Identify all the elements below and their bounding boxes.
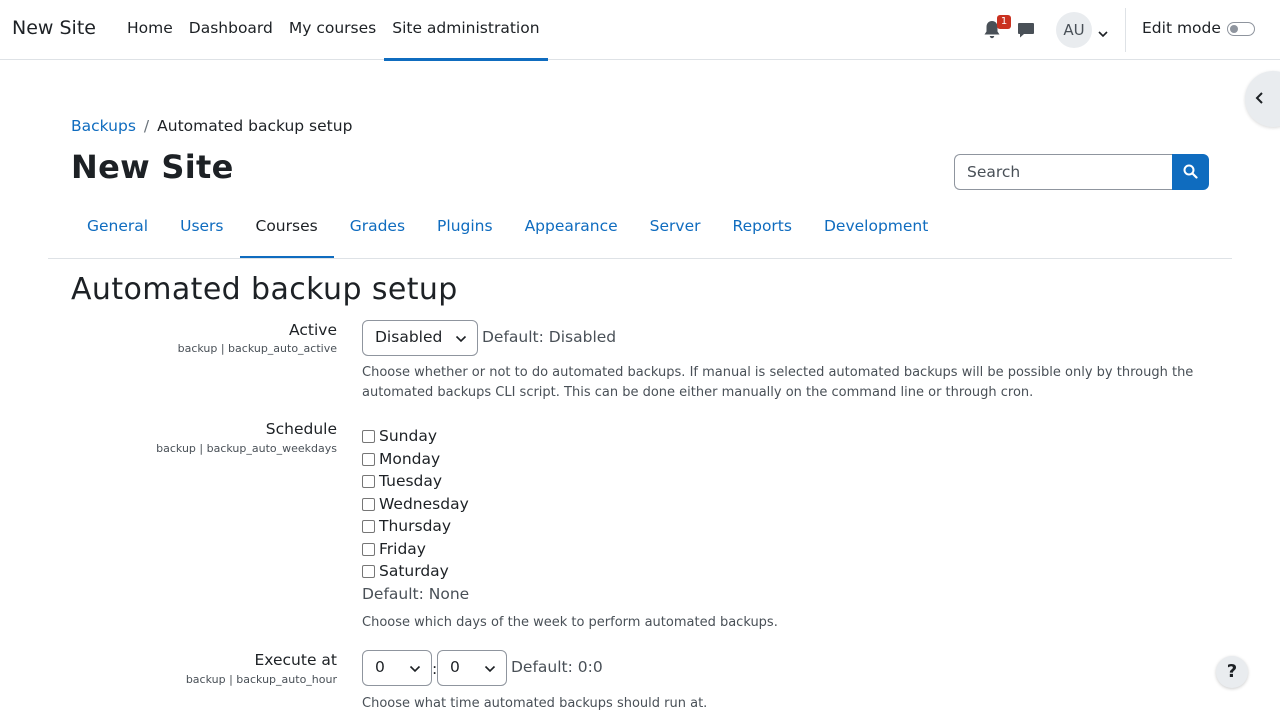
saturday-checkbox[interactable] [362,564,375,578]
execute-at-setting-label: Execute at [254,651,338,669]
execute-at-default: Default: 0:0 [511,658,603,676]
top-navbar: New Site Home Dashboard My courses Site … [0,0,1280,61]
schedule-description: Choose which days of the week to perform… [362,615,778,630]
active-select-value: Disabled [375,328,443,346]
tuesday-label: Tuesday [379,472,443,490]
active-default: Default: Disabled [482,328,617,346]
nav-home[interactable]: Home [119,0,181,60]
edit-mode-label: Edit mode [1142,19,1221,37]
monday-label: Monday [379,450,441,468]
admin-search [954,154,1209,190]
friday-checkbox[interactable] [362,542,375,556]
chevron-down-icon [484,665,496,673]
schedule-day-wednesday[interactable]: Wednesday [362,494,469,514]
page-title: New Site [71,148,234,186]
navbar-divider [1125,8,1126,52]
active-description: Choose whether or not to do automated ba… [362,365,1194,400]
tab-users[interactable]: Users [164,204,239,258]
open-drawer-button[interactable] [1245,71,1280,127]
search-icon [1183,164,1198,179]
wednesday-checkbox[interactable] [362,497,375,511]
edit-mode-toggle[interactable] [1227,22,1255,36]
search-input[interactable] [954,154,1173,190]
schedule-setting-label: Schedule [265,420,337,438]
schedule-day-sunday[interactable]: Sunday [362,426,437,446]
execute-at-description: Choose what time automated backups shoul… [362,696,708,711]
active-setting-label: Active [289,321,337,339]
admin-tabs: General Users Courses Grades Plugins App… [71,204,944,259]
friday-label: Friday [379,540,426,558]
user-avatar[interactable]: AU [1056,12,1092,48]
active-select[interactable]: Disabled [362,320,478,356]
schedule-day-friday[interactable]: Friday [362,539,426,559]
notification-count-badge: 1 [997,15,1011,29]
primary-nav: Home Dashboard My courses Site administr… [119,0,548,61]
help-button[interactable]: ? [1216,656,1248,688]
thursday-label: Thursday [379,517,452,535]
schedule-day-saturday[interactable]: Saturday [362,561,449,581]
schedule-day-monday[interactable]: Monday [362,449,440,469]
execute-minute-select[interactable]: 0 [437,650,507,686]
sunday-checkbox[interactable] [362,429,375,443]
breadcrumb-backups-link[interactable]: Backups [71,117,136,135]
sunday-label: Sunday [379,427,437,445]
chevron-down-icon [409,665,421,673]
site-brand-link[interactable]: New Site [12,17,96,39]
thursday-checkbox[interactable] [362,519,375,533]
schedule-default: Default: None [362,585,470,603]
nav-my-courses[interactable]: My courses [281,0,384,60]
tab-courses[interactable]: Courses [239,204,334,259]
breadcrumb-current: Automated backup setup [157,117,353,135]
chevron-down-icon[interactable] [1097,25,1109,38]
schedule-day-tuesday[interactable]: Tuesday [362,471,442,491]
chevron-down-icon [455,335,467,343]
tab-development[interactable]: Development [808,204,944,258]
search-button[interactable] [1172,154,1209,190]
tuesday-checkbox[interactable] [362,474,375,488]
wednesday-label: Wednesday [379,495,469,513]
tabs-divider [48,258,1232,259]
messages-icon[interactable] [1017,21,1035,39]
nav-dashboard[interactable]: Dashboard [181,0,281,60]
execute-minute-value: 0 [450,658,460,676]
monday-checkbox[interactable] [362,452,375,466]
tab-plugins[interactable]: Plugins [421,204,509,258]
execute-hour-select[interactable]: 0 [362,650,432,686]
nav-site-administration[interactable]: Site administration [384,0,548,61]
chevron-left-icon [1255,92,1263,104]
breadcrumb: Backups / Automated backup setup [71,117,352,135]
schedule-day-thursday[interactable]: Thursday [362,516,451,536]
execute-at-setting-key: backup | backup_auto_hour [185,673,337,686]
tab-server[interactable]: Server [634,204,717,258]
tab-appearance[interactable]: Appearance [509,204,634,258]
tab-reports[interactable]: Reports [717,204,808,258]
breadcrumb-separator: / [143,117,150,135]
active-setting-key: backup | backup_auto_active [177,342,337,355]
tab-general[interactable]: General [71,204,164,258]
tab-grades[interactable]: Grades [334,204,421,258]
toggle-knob [1230,25,1238,33]
schedule-setting-key: backup | backup_auto_weekdays [156,442,337,455]
execute-hour-value: 0 [375,658,385,676]
section-title: Automated backup setup [71,272,458,307]
saturday-label: Saturday [379,562,449,580]
